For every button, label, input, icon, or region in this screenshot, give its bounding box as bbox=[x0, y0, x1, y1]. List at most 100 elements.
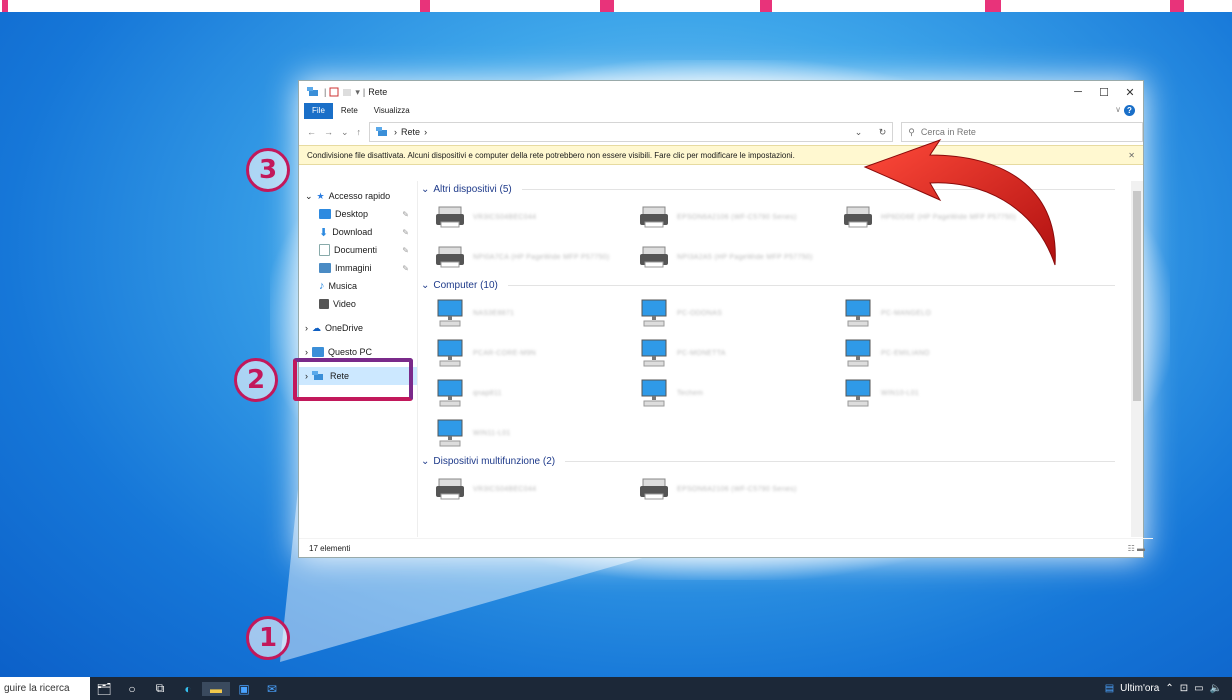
computer-icon bbox=[641, 379, 667, 407]
network-tray-icon[interactable]: ⊡ bbox=[1180, 683, 1188, 694]
sidebar-item-documenti[interactable]: Documenti ✎ bbox=[299, 241, 417, 259]
computer-item[interactable]: WIN11-L01 bbox=[421, 413, 625, 453]
sidebar-item-quick-access[interactable]: ⌄ ★ Accesso rapido bbox=[299, 187, 417, 205]
documents-icon bbox=[319, 244, 330, 256]
chevron-down-icon[interactable]: ⌄ bbox=[421, 280, 429, 291]
forward-icon[interactable]: → bbox=[324, 127, 333, 137]
ribbon-tabs: File Rete Visualizza ∨ ? bbox=[299, 103, 1143, 119]
close-button[interactable]: ✕ bbox=[1117, 81, 1143, 103]
group-header[interactable]: ⌄ Computer (10) bbox=[421, 277, 1127, 293]
device-label: NPI0A7CA (HP PageWide MFP P57750) bbox=[473, 253, 610, 261]
search-text: guire la ricerca bbox=[4, 683, 70, 694]
sidebar-item-label: Musica bbox=[328, 281, 358, 291]
view-toggle-icon[interactable]: ☷ ▬ bbox=[1128, 544, 1145, 553]
news-icon[interactable]: ▤ bbox=[1105, 683, 1114, 694]
breadcrumb-rete[interactable]: Rete bbox=[401, 127, 420, 137]
device-item[interactable]: EPSON6A2106 (WF-C5790 Series) bbox=[625, 197, 829, 237]
sidebar-item-musica[interactable]: ♪ Musica bbox=[299, 277, 417, 295]
chevron-down-icon[interactable]: ⌄ bbox=[421, 456, 429, 467]
recent-locations-icon[interactable]: ⌄ bbox=[341, 127, 349, 138]
computer-item[interactable]: PC-MONETTA bbox=[625, 333, 829, 373]
computer-item[interactable]: WIN10-L01 bbox=[829, 373, 1033, 413]
printer-icon bbox=[436, 206, 464, 228]
sidebar-item-onedrive[interactable]: › ☁ OneDrive bbox=[299, 319, 417, 337]
group-header[interactable]: ⌄ Dispositivi multifunzione (2) bbox=[421, 453, 1127, 469]
properties-icon[interactable] bbox=[329, 87, 339, 97]
computer-item[interactable]: PC-MANGELO bbox=[829, 293, 1033, 333]
sidebar-item-immagini[interactable]: Immagini ✎ bbox=[299, 259, 417, 277]
new-folder-icon[interactable] bbox=[342, 87, 352, 97]
display-tray-icon[interactable]: ▭ bbox=[1194, 683, 1203, 694]
status-bar: 17 elementi ☷ ▬ bbox=[299, 538, 1153, 557]
device-item[interactable]: EPSON6A2106 (WF-C5790 Series) bbox=[625, 469, 829, 509]
computer-item[interactable]: NAS3E8871 bbox=[421, 293, 625, 333]
chevron-right-icon[interactable]: › bbox=[305, 347, 308, 357]
pin-icon: ✎ bbox=[402, 227, 409, 237]
chevron-down-icon[interactable]: ⌄ bbox=[421, 184, 429, 195]
tab-visualizza[interactable]: Visualizza bbox=[366, 103, 418, 119]
computer-item[interactable]: Techem bbox=[625, 373, 829, 413]
group-computer: ⌄ Computer (10) NAS3E8871 PC-ODONAS PC-MA… bbox=[421, 277, 1127, 453]
volume-icon[interactable]: 🔈 bbox=[1210, 683, 1222, 694]
highlight-search-icon[interactable]: 🗂 bbox=[90, 682, 118, 696]
device-label: EPSON6A2106 (WF-C5790 Series) bbox=[677, 213, 797, 221]
tab-file[interactable]: File bbox=[304, 103, 333, 119]
computer-label: PC-ODONAS bbox=[677, 309, 723, 317]
expand-ribbon-icon[interactable]: ∨ bbox=[1115, 105, 1121, 114]
chevron-down-icon[interactable]: ⌄ bbox=[305, 191, 313, 202]
minimize-button[interactable]: ─ bbox=[1065, 81, 1091, 103]
computer-label: PC-EMILIANO bbox=[881, 349, 930, 357]
computer-label: PC-MANGELO bbox=[881, 309, 932, 317]
printer-icon bbox=[640, 478, 668, 500]
pin-icon: ✎ bbox=[402, 245, 409, 255]
info-close-icon[interactable]: ✕ bbox=[1128, 151, 1135, 160]
music-icon: ♪ bbox=[319, 280, 325, 292]
sidebar-item-desktop[interactable]: Desktop ✎ bbox=[299, 205, 417, 223]
device-item[interactable]: VR3ICS04BEC044 bbox=[421, 469, 625, 509]
device-item[interactable]: VR3ICS04BEC044 bbox=[421, 197, 625, 237]
computer-item[interactable]: PCAR-CORE-M9N bbox=[421, 333, 625, 373]
computer-item[interactable]: qnap811 bbox=[421, 373, 625, 413]
device-label: VR3ICS04BEC044 bbox=[473, 213, 537, 221]
up-icon[interactable]: ↑ bbox=[357, 127, 362, 137]
store-icon[interactable]: ▣ bbox=[230, 682, 258, 696]
back-icon[interactable]: ← bbox=[307, 127, 316, 137]
mfp-grid: VR3ICS04BEC044 EPSON6A2106 (WF-C5790 Ser… bbox=[421, 469, 1127, 509]
help-icon[interactable]: ? bbox=[1124, 105, 1135, 116]
edge-icon[interactable]: ◐ bbox=[174, 682, 202, 696]
vertical-scrollbar[interactable] bbox=[1131, 181, 1143, 537]
quick-access-toolbar: | ▾ | Rete bbox=[307, 87, 387, 98]
maximize-button[interactable]: ☐ bbox=[1091, 81, 1117, 103]
tab-rete[interactable]: Rete bbox=[333, 103, 366, 119]
chevron-right-icon[interactable]: › bbox=[305, 323, 308, 333]
pin-icon: ✎ bbox=[402, 209, 409, 219]
computer-item[interactable]: PC-EMILIANO bbox=[829, 333, 1033, 373]
device-item[interactable]: NPI0A7CA (HP PageWide MFP P57750) bbox=[421, 237, 625, 277]
star-icon: ★ bbox=[316, 190, 325, 201]
cortana-icon[interactable]: ○ bbox=[118, 682, 146, 696]
customize-qa-icon[interactable]: ▾ bbox=[355, 87, 360, 98]
taskbar-search[interactable]: guire la ricerca bbox=[0, 677, 90, 700]
title-bar: | ▾ | Rete ─ ☐ ✕ bbox=[299, 81, 1143, 103]
address-bar[interactable]: › Rete › ⌄ ↻ bbox=[369, 122, 894, 142]
tray-chevron-icon[interactable]: ⌃ bbox=[1165, 683, 1173, 694]
computer-icon bbox=[845, 339, 871, 367]
group-title: Dispositivi multifunzione (2) bbox=[433, 455, 556, 467]
task-view-icon[interactable]: ⧉ bbox=[146, 681, 174, 696]
annotation-2: 2 bbox=[234, 358, 278, 402]
mail-icon[interactable]: ✉ bbox=[258, 682, 286, 696]
device-item[interactable]: NPI3A2A5 (HP PageWide MFP P57750) bbox=[625, 237, 829, 277]
computer-label: WIN10-L01 bbox=[881, 389, 920, 397]
sidebar-item-download[interactable]: ⬇ Download ✎ bbox=[299, 223, 417, 241]
printer-icon bbox=[436, 246, 464, 268]
group-title: Altri dispositivi (5) bbox=[433, 183, 512, 195]
sidebar-item-label: Video bbox=[333, 299, 356, 309]
file-explorer-icon[interactable]: ▬ bbox=[202, 681, 230, 696]
computer-item[interactable]: PC-ODONAS bbox=[625, 293, 829, 333]
window-title: Rete bbox=[368, 87, 388, 97]
taskbar: guire la ricerca 🗂 ○ ⧉ ◐ ▬ ▣ ✉ ▤ Ultim'o… bbox=[0, 677, 1232, 700]
sidebar-item-video[interactable]: Video bbox=[299, 295, 417, 313]
computer-label: WIN11-L01 bbox=[473, 429, 511, 437]
news-label[interactable]: Ultim'ora bbox=[1120, 683, 1159, 694]
scroll-thumb[interactable] bbox=[1133, 191, 1141, 401]
